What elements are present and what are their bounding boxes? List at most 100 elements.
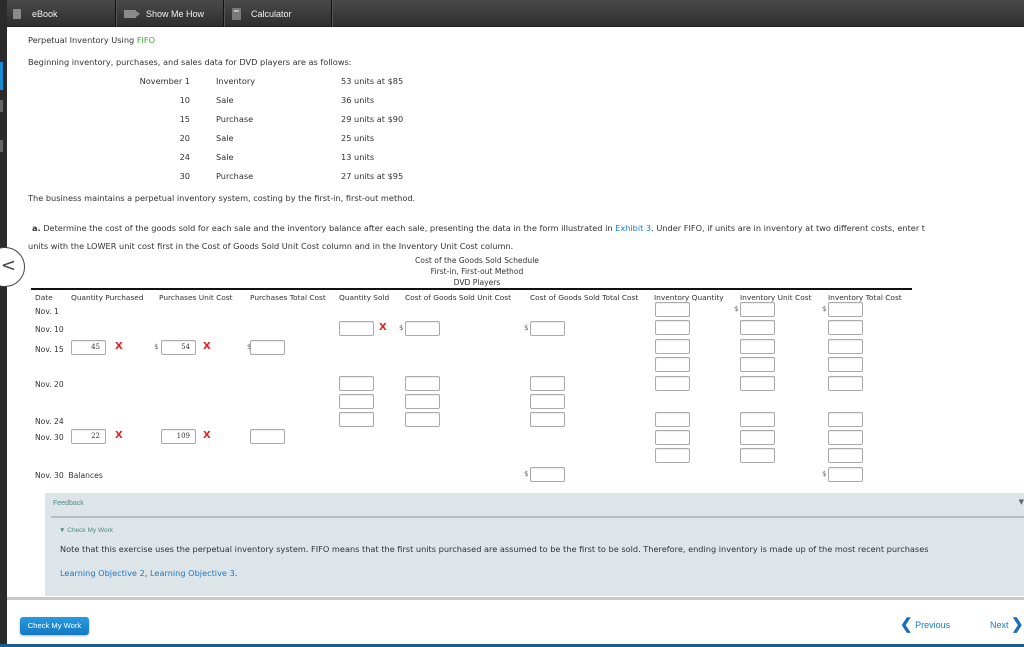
inventory-total-cost-input[interactable] bbox=[828, 339, 863, 354]
incorrect-x-icon: X bbox=[203, 341, 211, 352]
schedule-title: Cost of the Goods Sold Schedule First-in… bbox=[337, 255, 617, 288]
purchases-unit-cost-input[interactable]: 54 bbox=[161, 340, 196, 355]
transaction-event: Sale bbox=[216, 95, 234, 105]
inventory-unit-cost-input[interactable] bbox=[740, 430, 775, 445]
previous-label: Previous bbox=[915, 619, 951, 630]
lo-end: . bbox=[234, 568, 238, 578]
inventory-unit-cost-input[interactable] bbox=[740, 357, 775, 372]
inventory-quantity-input[interactable] bbox=[655, 302, 690, 317]
cogs-unit-cost-input[interactable] bbox=[405, 376, 440, 391]
transaction-detail: 13 units bbox=[341, 152, 375, 162]
inventory-total-cost-input[interactable] bbox=[828, 448, 863, 463]
title-fifo: FIFO bbox=[136, 35, 156, 45]
transaction-date: November 1 bbox=[139, 76, 190, 86]
schedule-header-rule bbox=[31, 288, 912, 290]
feedback-divider bbox=[51, 516, 1024, 518]
quantity-purchased-input[interactable]: 22 bbox=[71, 429, 106, 444]
calculator-icon bbox=[232, 7, 241, 20]
back-button[interactable]: < bbox=[0, 247, 25, 287]
cogs-total-cost-input[interactable] bbox=[530, 376, 565, 391]
currency-symbol: $ bbox=[524, 324, 529, 332]
inventory-total-cost-input[interactable] bbox=[828, 320, 863, 335]
exhibit-link[interactable]: Exhibit 3 bbox=[615, 223, 651, 233]
instruction-text-cont: . Under FIFO, if units are in inventory … bbox=[651, 223, 926, 233]
calculator-button[interactable]: Calculator bbox=[224, 0, 332, 27]
row-label: Nov. 1 bbox=[35, 307, 59, 316]
transaction-detail: 36 units bbox=[341, 95, 375, 105]
method-note: The business maintains a perpetual inven… bbox=[28, 193, 416, 203]
inventory-quantity-input[interactable] bbox=[655, 376, 690, 391]
cogs-unit-cost-input[interactable] bbox=[405, 394, 440, 409]
inventory-quantity-input[interactable] bbox=[655, 357, 690, 372]
transaction-detail: 27 units at $95 bbox=[341, 171, 404, 181]
cogs-total-cost-input[interactable] bbox=[530, 412, 565, 427]
inventory-unit-cost-input[interactable] bbox=[740, 376, 775, 391]
inventory-total-cost-input[interactable] bbox=[828, 376, 863, 391]
intro-text: Beginning inventory, purchases, and sale… bbox=[28, 57, 352, 67]
transaction-detail: 29 units at $90 bbox=[341, 114, 404, 124]
cogs-total-cost-input[interactable] bbox=[530, 394, 565, 409]
check-my-work-button[interactable]: Check My Work bbox=[20, 617, 89, 635]
collapse-triangle-icon[interactable]: ▼ bbox=[1019, 498, 1024, 506]
purchases-unit-cost-input[interactable]: 109 bbox=[161, 429, 196, 444]
currency-symbol: $ bbox=[154, 343, 159, 351]
instruction-line2: units with the LOWER unit cost first in … bbox=[28, 241, 514, 251]
next-button[interactable]: Next ❯ bbox=[990, 617, 1024, 632]
inventory-quantity-input[interactable] bbox=[655, 412, 690, 427]
row-label: Nov. 20 bbox=[35, 380, 64, 389]
transaction-event: Purchase bbox=[216, 171, 254, 181]
ebook-button[interactable]: eBook bbox=[7, 0, 116, 27]
inventory-quantity-input[interactable] bbox=[655, 430, 690, 445]
transaction-detail: 25 units bbox=[341, 133, 375, 143]
instructions: a. Determine the cost of the goods sold … bbox=[28, 219, 926, 255]
purchases-total-cost-input[interactable] bbox=[250, 340, 285, 355]
currency-symbol: $ bbox=[734, 305, 739, 313]
balance-inventory-total-input[interactable] bbox=[828, 467, 863, 482]
show-me-how-label: Show Me How bbox=[146, 8, 205, 19]
learning-objective-3-link[interactable]: Learning Objective 3 bbox=[150, 568, 235, 578]
cogs-unit-cost-input[interactable] bbox=[405, 412, 440, 427]
currency-symbol: $ bbox=[822, 470, 827, 478]
cogs-unit-cost-input[interactable] bbox=[405, 321, 440, 336]
balance-cogs-total-input[interactable] bbox=[530, 467, 565, 482]
previous-button[interactable]: ❮ Previous bbox=[900, 617, 950, 632]
show-me-how-button[interactable]: Show Me How bbox=[116, 0, 224, 27]
inventory-total-cost-input[interactable] bbox=[828, 430, 863, 445]
inventory-unit-cost-input[interactable] bbox=[740, 320, 775, 335]
header-inventory-quantity: Inventory Quantity bbox=[654, 293, 724, 302]
quantity-sold-input[interactable] bbox=[339, 321, 374, 336]
inventory-total-cost-input[interactable] bbox=[828, 412, 863, 427]
inventory-unit-cost-input[interactable] bbox=[740, 302, 775, 317]
row-label: Nov. 30 Balances bbox=[35, 471, 103, 480]
header-inventory-unit-cost: Inventory Unit Cost bbox=[740, 293, 812, 302]
cogs-total-cost-input[interactable] bbox=[530, 321, 565, 336]
transaction-event: Inventory bbox=[216, 76, 256, 86]
top-toolbar: eBook Show Me How Calculator bbox=[7, 0, 1024, 27]
header-date: Date bbox=[35, 293, 53, 302]
schedule-title-line: Cost of the Goods Sold Schedule bbox=[415, 256, 539, 265]
inventory-unit-cost-input[interactable] bbox=[740, 339, 775, 354]
currency-symbol: $ bbox=[399, 324, 404, 332]
purchases-total-cost-input[interactable] bbox=[250, 429, 285, 444]
quantity-sold-input[interactable] bbox=[339, 412, 374, 427]
video-icon bbox=[124, 9, 140, 18]
header-purchases-unit-cost: Purchases Unit Cost bbox=[159, 293, 233, 302]
transaction-event: Sale bbox=[216, 133, 234, 143]
inventory-quantity-input[interactable] bbox=[655, 339, 690, 354]
inventory-total-cost-input[interactable] bbox=[828, 357, 863, 372]
inventory-total-cost-input[interactable] bbox=[828, 302, 863, 317]
learning-objective-2-link[interactable]: Learning Objective 2 bbox=[60, 568, 145, 578]
check-my-work-toggle[interactable]: ▼ Check My Work bbox=[59, 527, 113, 534]
inventory-unit-cost-input[interactable] bbox=[740, 448, 775, 463]
quantity-purchased-input[interactable]: 45 bbox=[71, 340, 106, 355]
quantity-sold-input[interactable] bbox=[339, 376, 374, 391]
feedback-heading: Feedback bbox=[53, 500, 84, 507]
chevron-left-icon: < bbox=[0, 255, 16, 276]
instruction-text: Determine the cost of the goods sold for… bbox=[40, 223, 616, 233]
inventory-quantity-input[interactable] bbox=[655, 448, 690, 463]
quantity-sold-input[interactable] bbox=[339, 394, 374, 409]
inventory-unit-cost-input[interactable] bbox=[740, 412, 775, 427]
inventory-quantity-input[interactable] bbox=[655, 320, 690, 335]
chevron-right-icon: ❯ bbox=[1011, 616, 1024, 633]
incorrect-x-icon: X bbox=[379, 322, 387, 333]
